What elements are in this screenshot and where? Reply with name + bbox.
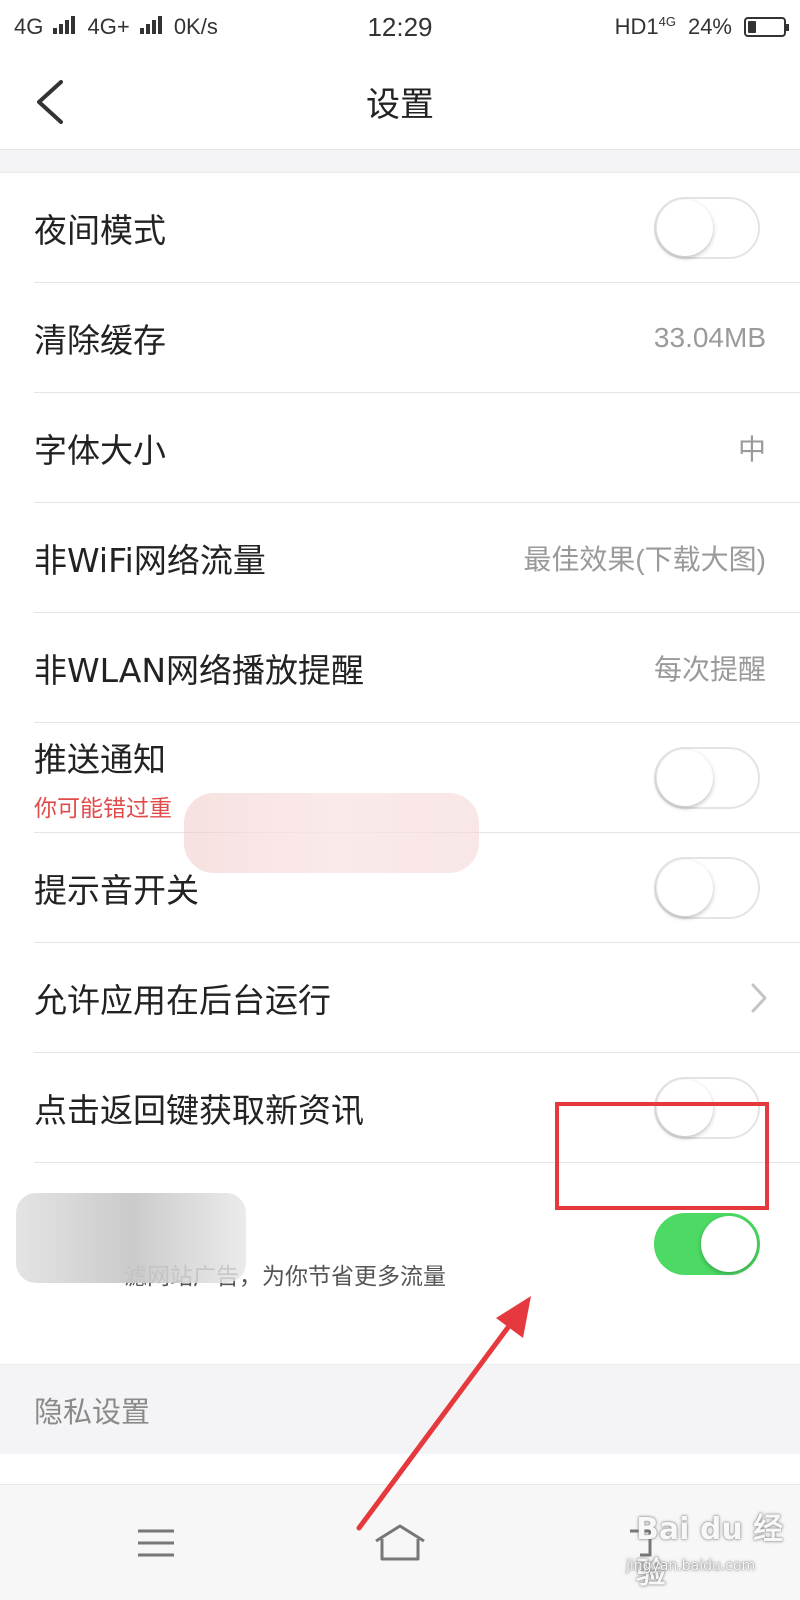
non-wifi-traffic-value: 最佳效果(下载大图) <box>523 543 766 575</box>
sound-toggle[interactable] <box>654 856 760 919</box>
signal-icon <box>53 14 76 34</box>
setting-label: 提示音开关 <box>34 870 199 910</box>
setting-label: 字体大小 <box>34 430 166 470</box>
push-notification-hint: 你可能错过重 <box>34 795 172 822</box>
setting-background-run[interactable]: 允许应用在后台运行 <box>34 943 800 1053</box>
toggle-knob <box>657 859 713 916</box>
night-mode-toggle[interactable] <box>654 196 760 259</box>
settings-screen: 4G 4G+ 0K/s 12:29 HD14G 24% 设置 夜间模式 清除缓存… <box>0 0 800 1600</box>
section-divider <box>0 150 800 173</box>
privacy-section-header: 隐私设置 <box>0 1364 800 1454</box>
network-type-1: 4G <box>14 14 76 40</box>
signal-icon <box>139 14 162 34</box>
system-nav-bar <box>0 1484 800 1600</box>
status-right: HD14G 24% <box>615 14 789 40</box>
setting-clear-cache[interactable]: 清除缓存 33.04MB <box>34 283 800 393</box>
setting-label: 夜间模式 <box>34 210 166 250</box>
setting-font-size[interactable]: 字体大小 中 <box>34 393 800 503</box>
font-size-value: 中 <box>737 433 766 465</box>
network-type-2: 4G+ <box>87 14 162 40</box>
blur-mask <box>16 1193 246 1283</box>
setting-label: 允许应用在后台运行 <box>34 980 331 1020</box>
network-label-1: 4G <box>14 14 44 39</box>
status-bar: 4G 4G+ 0K/s 12:29 HD14G 24% <box>0 0 800 54</box>
setting-push-notification[interactable]: 推送通知 你可能错过重 <box>34 723 800 873</box>
battery-icon <box>744 17 789 37</box>
non-wlan-reminder-value: 每次提醒 <box>653 653 766 685</box>
setting-non-wifi-traffic[interactable]: 非WiFi网络流量 最佳效果(下载大图) <box>34 503 800 613</box>
network-label-2: 4G+ <box>87 14 130 39</box>
menu-button[interactable] <box>116 1505 196 1581</box>
toggle-knob <box>657 199 713 256</box>
home-icon <box>375 1524 425 1561</box>
setting-label: 清除缓存 <box>34 320 166 360</box>
section-title: 隐私设置 <box>34 1394 151 1429</box>
toggle-knob <box>657 749 713 806</box>
back-nav-button[interactable] <box>600 1505 680 1581</box>
chevron-right-icon <box>751 983 767 1012</box>
app-header: 设置 <box>0 54 800 150</box>
setting-label: 非WiFi网络流量 <box>34 540 266 580</box>
network-label-3: 4G <box>658 14 676 29</box>
menu-icon <box>138 1529 174 1557</box>
home-button[interactable] <box>360 1505 440 1581</box>
back-nav-icon <box>630 1529 652 1557</box>
toggle-knob <box>701 1216 757 1272</box>
setting-label: 非WLAN网络播放提醒 <box>34 650 365 690</box>
back-button[interactable] <box>22 74 78 130</box>
status-left: 4G 4G+ 0K/s <box>14 14 218 40</box>
hd-indicator: HD14G <box>615 14 676 40</box>
cache-size-value: 33.04MB <box>653 321 766 353</box>
hd-label: HD1 <box>614 14 659 39</box>
setting-non-wlan-reminder[interactable]: 非WLAN网络播放提醒 每次提醒 <box>34 613 800 723</box>
setting-label: 推送通知 <box>34 739 166 779</box>
back-arrow-icon <box>37 80 63 124</box>
setting-night-mode[interactable]: 夜间模式 <box>34 173 800 283</box>
push-notification-toggle[interactable] <box>654 746 760 809</box>
page-title: 设置 <box>366 85 434 125</box>
setting-sound-toggle[interactable]: 提示音开关 <box>34 833 800 943</box>
battery-level <box>748 21 756 33</box>
network-speed: 0K/s <box>173 14 218 39</box>
highlight-annotation <box>555 1102 769 1210</box>
setting-label: 点击返回键获取新资讯 <box>34 1090 364 1130</box>
battery-percent: 24% <box>687 14 732 39</box>
ad-filter-toggle[interactable] <box>654 1213 760 1275</box>
list-item <box>0 1454 800 1484</box>
